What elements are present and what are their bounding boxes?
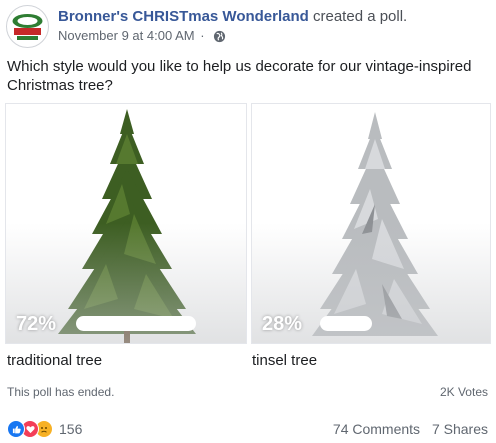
poll-option-traditional[interactable]: 72% [5, 103, 247, 344]
reaction-count: 156 [59, 421, 83, 437]
post-title-line: Bronner's CHRISTmas Wonderland created a… [58, 8, 407, 25]
engagement-stats: 74 Comments 7 Shares [333, 421, 488, 437]
poll-option-tinsel[interactable]: 28% [251, 103, 491, 344]
page-avatar[interactable] [6, 5, 49, 48]
poll-option-label[interactable]: traditional tree [7, 352, 102, 369]
post-action-text: created a poll. [313, 8, 408, 25]
shares-link[interactable]: 7 Shares [432, 421, 488, 437]
poll-question: Which style would you like to help us de… [7, 58, 472, 94]
like-icon [7, 420, 25, 438]
globe-icon[interactable] [213, 30, 226, 46]
reaction-summary[interactable]: 156 [7, 419, 82, 439]
poll-result-bar [76, 316, 196, 331]
page-name-link[interactable]: Bronner's CHRISTmas Wonderland [58, 8, 309, 25]
meta-separator: · [200, 28, 205, 43]
poll-percent: 28% [262, 313, 303, 335]
post-header: Bronner's CHRISTmas Wonderland created a… [6, 5, 490, 48]
poll-vote-count[interactable]: 2K Votes [440, 385, 488, 399]
post-timestamp[interactable]: November 9 at 4:00 AM [58, 28, 195, 43]
poll-percent: 72% [16, 313, 57, 335]
poll-status: This poll has ended. [7, 385, 115, 399]
comments-link[interactable]: 74 Comments [333, 421, 420, 437]
post-meta: November 9 at 4:00 AM · [58, 28, 226, 46]
poll-option-label[interactable]: tinsel tree [252, 352, 317, 369]
poll-result-bar [320, 316, 372, 331]
